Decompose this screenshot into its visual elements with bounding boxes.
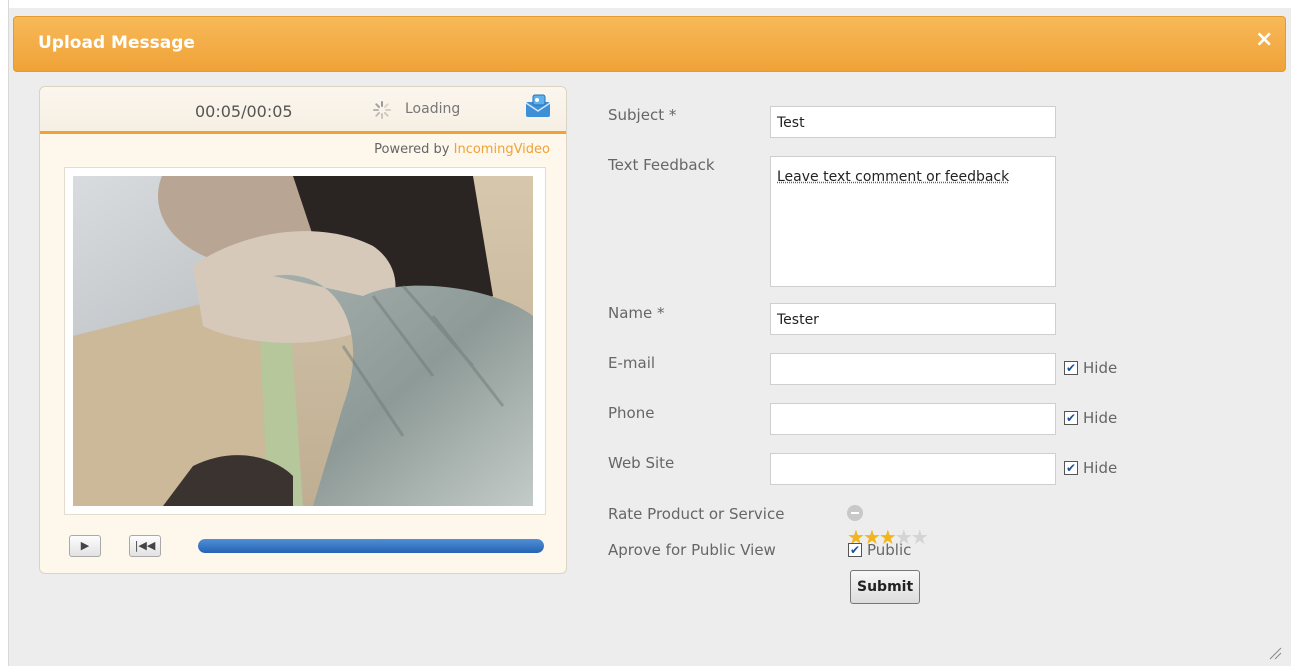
loading-spinner-icon: [373, 101, 391, 119]
email-hide-label: Hide: [1083, 359, 1118, 377]
subject-input[interactable]: Test: [770, 106, 1056, 138]
submit-button[interactable]: Submit: [850, 570, 921, 604]
play-button[interactable]: ▶: [69, 535, 101, 557]
video-mail-icon[interactable]: [525, 94, 551, 118]
email-hide-checkbox[interactable]: ✔: [1064, 361, 1078, 375]
name-label: Name *: [608, 304, 665, 322]
video-player: 00:05/00:05 Loading Powered by IncomingV…: [39, 86, 567, 574]
video-still-image: [73, 176, 533, 506]
video-time: 00:05/00:05: [195, 102, 293, 121]
rating-widget[interactable]: ★★★★★: [847, 505, 952, 547]
browser-frame-top: [0, 0, 1291, 8]
website-input[interactable]: [770, 453, 1056, 485]
rating-label: Rate Product or Service: [608, 505, 785, 523]
rating-star-icon[interactable]: ★: [911, 525, 929, 549]
powered-by: Powered by IncomingVideo: [374, 142, 550, 157]
powered-by-prefix: Powered by: [374, 142, 454, 157]
close-icon[interactable]: ×: [1255, 29, 1273, 51]
website-hide-label: Hide: [1083, 459, 1118, 477]
phone-hide-checkbox[interactable]: ✔: [1064, 411, 1078, 425]
public-checkbox[interactable]: ✔: [848, 543, 862, 557]
public-view-label: Aprove for Public View: [608, 541, 776, 559]
video-progress-fill: [198, 539, 544, 553]
dialog-titlebar: Upload Message ×: [13, 16, 1286, 72]
upload-message-dialog: Upload Message × 00:05/00:05 Loading Pow…: [9, 8, 1291, 666]
public-label: Public: [867, 541, 912, 559]
text-feedback-value: Leave text comment or feedback: [777, 169, 1010, 185]
subject-label: Subject *: [608, 106, 677, 124]
text-feedback-textarea[interactable]: Leave text comment or feedback: [770, 156, 1056, 287]
email-input[interactable]: [770, 353, 1056, 385]
resize-grip-icon[interactable]: [1266, 644, 1282, 660]
text-feedback-label: Text Feedback: [608, 156, 715, 174]
website-label: Web Site: [608, 454, 675, 472]
rewind-button[interactable]: |◀◀: [129, 535, 161, 557]
phone-hide-label: Hide: [1083, 409, 1118, 427]
player-header: 00:05/00:05 Loading: [40, 87, 566, 134]
website-hide-checkbox[interactable]: ✔: [1064, 461, 1078, 475]
powered-by-brand-link[interactable]: IncomingVideo: [454, 142, 550, 157]
browser-frame-left: [0, 0, 9, 666]
phone-label: Phone: [608, 404, 655, 422]
video-container: [64, 167, 546, 515]
video-progress-bar[interactable]: [198, 539, 544, 553]
email-label: E-mail: [608, 354, 656, 372]
dialog-title: Upload Message: [38, 33, 195, 53]
video-frame[interactable]: [73, 176, 533, 506]
loading-label: Loading: [405, 101, 461, 117]
phone-input[interactable]: [770, 403, 1056, 435]
rating-cancel-icon[interactable]: [847, 505, 863, 521]
name-input[interactable]: Tester: [770, 303, 1056, 335]
